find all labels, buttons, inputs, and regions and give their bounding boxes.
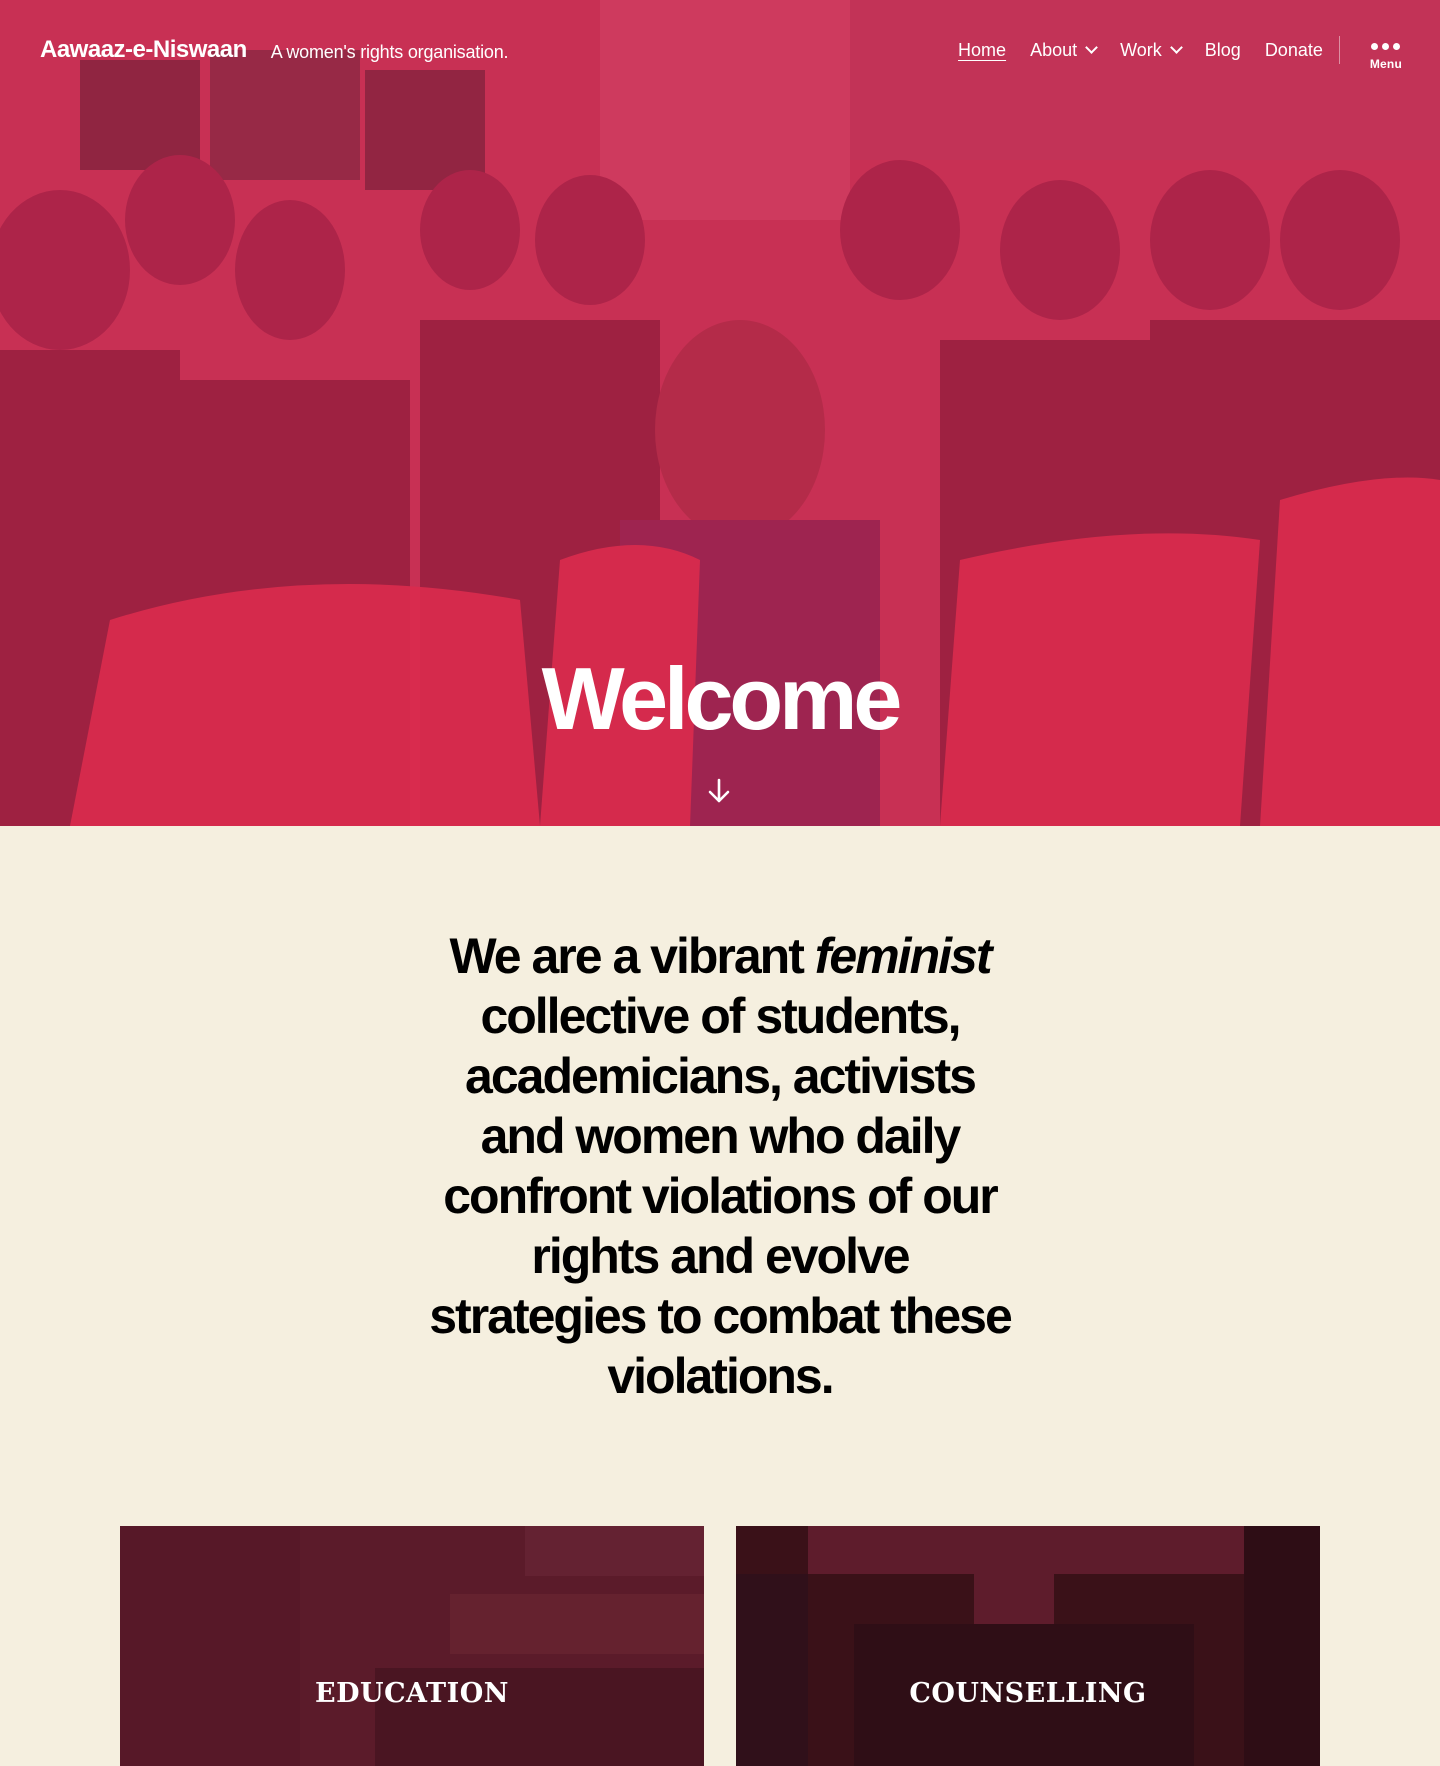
menu-label: Menu [1369, 57, 1402, 71]
nav-item-label: Donate [1264, 39, 1323, 60]
card-counselling-label: COUNSELLING [909, 1678, 1147, 1709]
more-dots-icon [1371, 43, 1401, 50]
hero-section: Aawaaz-e-Niswaan A women's rights organi… [0, 0, 1440, 826]
nav-item-blog[interactable]: Blog [1205, 40, 1241, 61]
card-counselling-background [736, 1526, 1320, 1766]
arrow-down-icon[interactable] [708, 778, 730, 804]
chevron-down-icon [1169, 41, 1183, 54]
card-counselling[interactable]: COUNSELLING [736, 1526, 1320, 1766]
chevron-down-icon [1085, 41, 1098, 54]
nav-item-label: Blog [1204, 39, 1241, 60]
site-header: Aawaaz-e-Niswaan A women's rights organi… [0, 0, 1440, 100]
nav-divider [1338, 36, 1340, 64]
menu-toggle-button[interactable]: Menu [1370, 43, 1402, 71]
cover-cards: EDUCATION COUNSELLING [120, 1526, 1320, 1766]
hero-title: Welcome [541, 649, 903, 748]
nav-item-about[interactable]: About [1030, 39, 1098, 61]
card-education-label: EDUCATION [315, 1678, 509, 1709]
intro-text-after: collective of students, academicians, ac… [429, 988, 1013, 1404]
nav-item-home[interactable]: Home [958, 40, 1006, 61]
card-education[interactable]: EDUCATION [120, 1526, 704, 1766]
nav-item-work[interactable]: Work [1120, 39, 1183, 61]
nav-item-label: Work [1120, 39, 1162, 60]
primary-nav: Home About Work Blog Donate [958, 40, 1323, 61]
intro-text-before: We are a vibrant [449, 928, 815, 984]
nav-item-label: About [1030, 39, 1078, 60]
site-tagline: A women's rights organisation. [270, 41, 509, 62]
card-education-background [120, 1526, 704, 1766]
intro-statement: We are a vibrant feminist collective of … [420, 826, 1020, 1406]
nav-item-donate[interactable]: Donate [1265, 40, 1323, 61]
site-title-link[interactable]: Aawaaz-e-Niswaan [40, 36, 247, 64]
nav-item-label: Home [958, 39, 1007, 60]
intro-text-emphasis: feminist [814, 928, 993, 984]
